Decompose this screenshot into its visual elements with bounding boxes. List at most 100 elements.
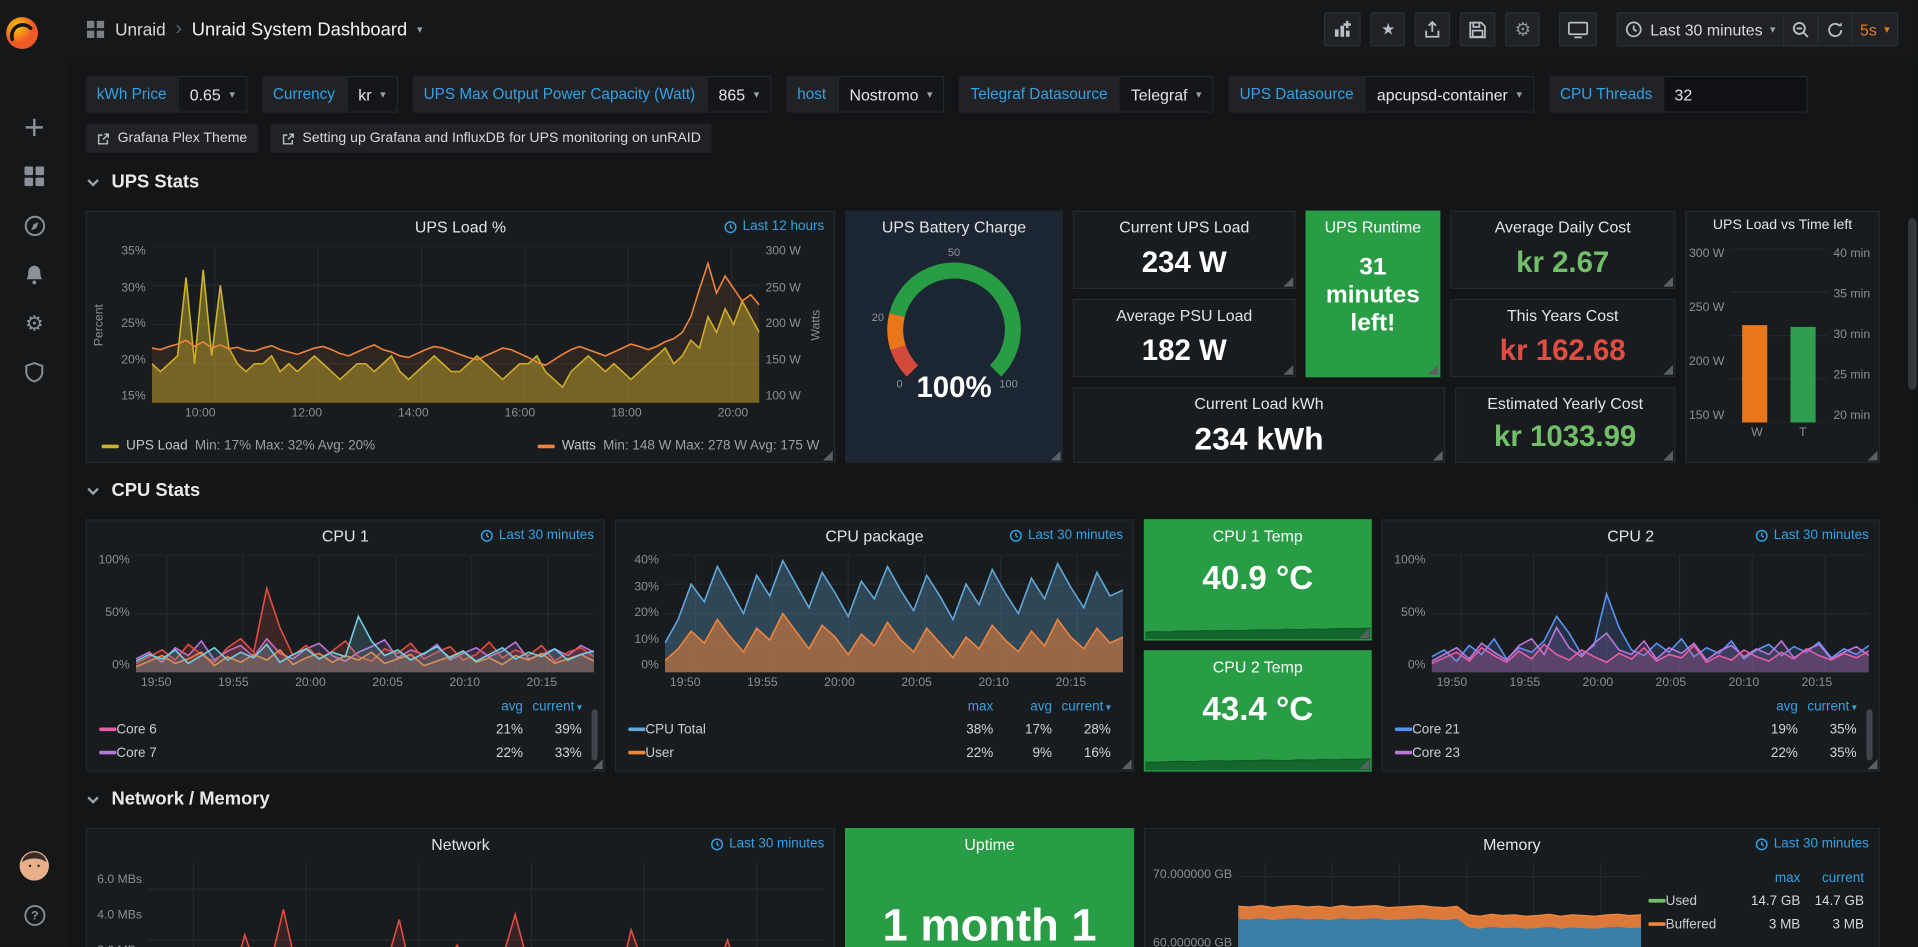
panel-title[interactable]: Uptime: [846, 829, 1133, 858]
legend-table: avg current▾ Core 6 21% 39% Core 7 22% 3…: [99, 694, 582, 764]
variable-value-dropdown[interactable]: 865▾: [706, 76, 771, 113]
legend-sort-max[interactable]: max: [1737, 870, 1801, 885]
navbar-actions: ★ ⚙ Last 30 minutes ▾: [1324, 12, 1917, 46]
add-panel-icon[interactable]: [1324, 12, 1361, 46]
breadcrumb-app[interactable]: Unraid: [115, 20, 166, 40]
dashboard-link[interactable]: Grafana Plex Theme: [86, 124, 259, 153]
series-color-dash: [99, 751, 116, 755]
axis-tick: 6.0 MBs: [92, 874, 142, 886]
variable-value-dropdown[interactable]: apcupsd-container▾: [1365, 76, 1535, 113]
panel-title[interactable]: Average Daily Cost: [1451, 212, 1674, 241]
legend-sort-current[interactable]: current▾: [1052, 699, 1111, 714]
panel-time-override: Last 30 minutes: [1755, 836, 1868, 851]
dashboards-icon[interactable]: [0, 152, 69, 201]
panel-title[interactable]: UPS Load %: [87, 212, 834, 241]
save-icon[interactable]: [1460, 12, 1496, 46]
legend-series-name[interactable]: Watts: [562, 438, 596, 453]
legend-entry[interactable]: WattsMin: 148 W Max: 278 W Avg: 175 W: [537, 438, 819, 453]
page-scrollbar[interactable]: [1908, 218, 1917, 389]
legend-sort-avg[interactable]: avg: [464, 699, 523, 714]
panel-current-ups-load: Current UPS Load 234 W: [1073, 211, 1296, 289]
section-ups-stats[interactable]: UPS Stats: [86, 171, 200, 192]
panel-average-psu-load: Average PSU Load 182 W: [1073, 299, 1296, 377]
legend-sort-max[interactable]: max: [934, 699, 993, 714]
clock-icon: [1755, 528, 1768, 541]
cpu-package-chart[interactable]: [665, 555, 1123, 673]
legend-series-name[interactable]: Core 21: [1412, 722, 1739, 737]
legend-series-name[interactable]: Buffered: [1666, 917, 1737, 932]
panel-title[interactable]: Average PSU Load: [1074, 300, 1294, 329]
legend-avg: 17%: [993, 722, 1052, 737]
memory-chart[interactable]: [1238, 863, 1641, 947]
time-range-picker[interactable]: Last 30 minutes ▾: [1617, 12, 1784, 46]
legend-series-name[interactable]: Used: [1666, 893, 1737, 908]
legend-scrollbar[interactable]: [592, 709, 598, 760]
panel-title[interactable]: Estimated Yearly Cost: [1456, 388, 1674, 417]
configuration-gear-icon[interactable]: ⚙: [0, 299, 69, 348]
legend-series-name[interactable]: CPU Total: [645, 722, 934, 737]
network-chart[interactable]: [148, 863, 824, 947]
panel-title[interactable]: UPS Runtime: [1307, 212, 1439, 241]
variable-value-dropdown[interactable]: kr▾: [346, 76, 398, 113]
cpu2-chart[interactable]: [1432, 555, 1869, 673]
y-axis-left: 6.0 MBs4.0 MBs2.0 MBs: [92, 863, 148, 947]
legend-max: 3 MB: [1737, 917, 1801, 932]
panel-title[interactable]: UPS Load vs Time left: [1686, 212, 1878, 241]
x-axis: 19:5019:5520:0020:0520:1020:15: [141, 676, 592, 693]
share-icon[interactable]: [1415, 12, 1451, 46]
variable-value-dropdown[interactable]: 0.65▾: [178, 76, 248, 113]
user-avatar[interactable]: [0, 841, 69, 890]
dashboard-title[interactable]: Unraid System Dashboard: [192, 19, 407, 40]
panel-title[interactable]: UPS Battery Charge: [846, 212, 1062, 241]
caret-down-icon[interactable]: ▾: [417, 24, 423, 35]
dashboard-settings-gear-icon[interactable]: ⚙: [1506, 12, 1540, 46]
stat-value: 43.4 °C: [1145, 691, 1370, 729]
variable-value-dropdown[interactable]: Telegraf▾: [1119, 76, 1214, 113]
series-color-dash: [99, 727, 116, 731]
create-icon[interactable]: [0, 103, 69, 152]
cpu-threads-input[interactable]: [1663, 76, 1808, 113]
panel-title[interactable]: CPU 1 Temp: [1145, 520, 1370, 549]
zoom-out-icon[interactable]: [1784, 12, 1818, 46]
help-icon[interactable]: ?: [0, 890, 69, 939]
panel-title[interactable]: Current UPS Load: [1074, 212, 1294, 241]
navbar: Unraid › Unraid System Dashboard ▾ ★ ⚙: [69, 0, 1918, 59]
legend-entry[interactable]: UPS LoadMin: 17% Max: 32% Avg: 20%: [102, 438, 375, 453]
star-icon[interactable]: ★: [1371, 12, 1405, 46]
refresh-icon[interactable]: [1818, 12, 1852, 46]
refresh-interval-dropdown[interactable]: 5s ▾: [1853, 12, 1899, 46]
legend-sort-current[interactable]: current▾: [1798, 699, 1857, 714]
grafana-logo-icon[interactable]: [0, 10, 44, 54]
legend-sort-avg[interactable]: avg: [993, 699, 1052, 714]
legend-series-name[interactable]: UPS Load: [126, 438, 187, 453]
panel-current-load-kwh: Current Load kWh 234 kWh: [1073, 387, 1445, 463]
legend-sort-current[interactable]: current: [1800, 870, 1864, 885]
dashboard-link[interactable]: Setting up Grafana and InfluxDB for UPS …: [271, 124, 712, 153]
legend-series-name[interactable]: User: [645, 745, 934, 760]
x-axis: 19:5019:5520:0020:0520:1020:15: [1437, 676, 1867, 693]
cpu1-chart[interactable]: [136, 555, 594, 673]
ups-load-chart[interactable]: [152, 246, 759, 403]
legend-sort-current[interactable]: current▾: [523, 699, 582, 714]
variable-kwh-price: kWh Price 0.65▾: [86, 76, 247, 113]
legend-sort-avg[interactable]: avg: [1739, 699, 1798, 714]
legend-series-name[interactable]: Core 6: [116, 722, 464, 737]
legend-series-name[interactable]: Core 23: [1412, 745, 1739, 760]
legend-scrollbar[interactable]: [1866, 709, 1872, 760]
variable-value-dropdown[interactable]: Nostromo▾: [837, 76, 945, 113]
ups-load-time-bar-chart[interactable]: [1731, 249, 1828, 423]
explore-icon[interactable]: [0, 201, 69, 250]
panel-time-override: Last 30 minutes: [711, 836, 824, 851]
panel-ups-runtime: UPS Runtime 31 minutes left!: [1306, 211, 1441, 378]
panel-title[interactable]: Current Load kWh: [1074, 388, 1444, 417]
alerting-bell-icon[interactable]: [0, 250, 69, 299]
server-admin-shield-icon[interactable]: [0, 348, 69, 397]
legend-series-name[interactable]: Core 7: [116, 745, 464, 760]
panel-title[interactable]: This Years Cost: [1451, 300, 1674, 329]
variable-telegraf-datasource: Telegraf Datasource Telegraf▾: [960, 76, 1214, 113]
panel-title[interactable]: CPU 2 Temp: [1145, 652, 1370, 681]
legend-rows: Core 21 19% 35% Core 23 22% 35%: [1395, 718, 1857, 765]
cycle-view-monitor-icon[interactable]: [1560, 12, 1598, 46]
section-cpu-stats[interactable]: CPU Stats: [86, 480, 201, 501]
section-network-memory[interactable]: Network / Memory: [86, 789, 270, 810]
